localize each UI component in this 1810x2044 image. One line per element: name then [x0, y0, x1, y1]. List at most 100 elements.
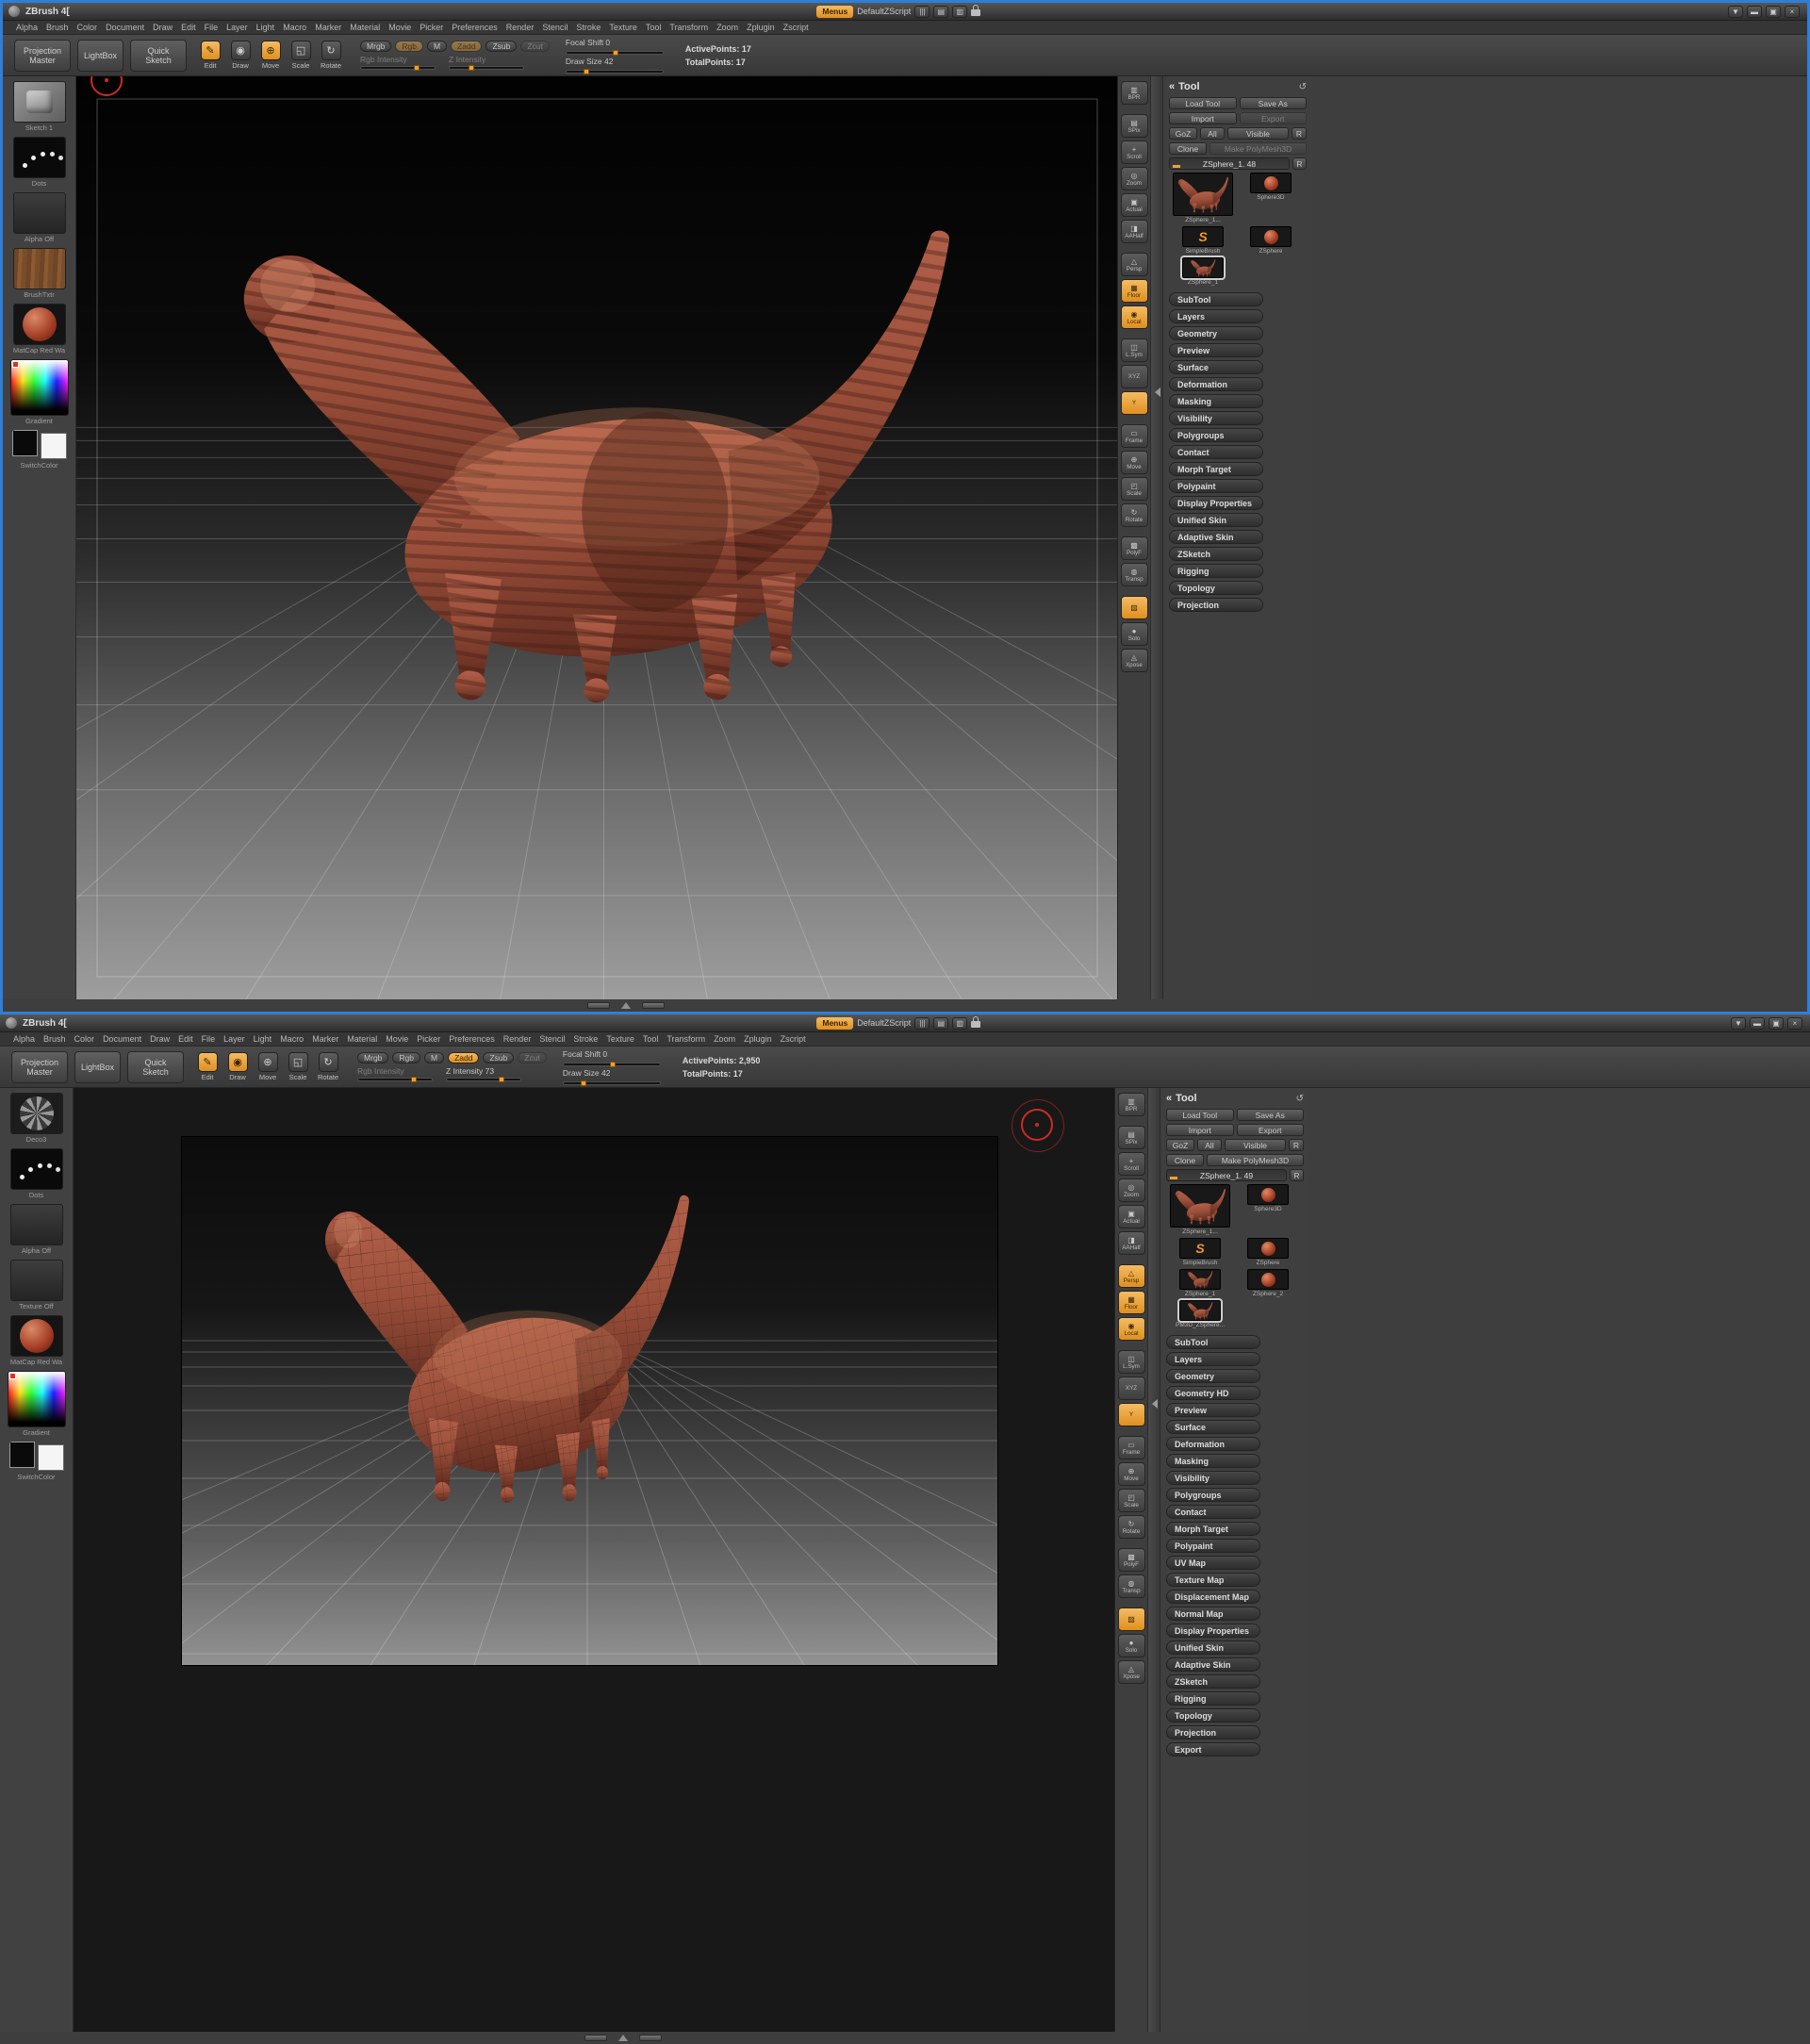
tool-section-header[interactable]: Topology	[1169, 581, 1263, 595]
tool-thumbnail[interactable]: Sphere3D	[1234, 1184, 1302, 1235]
tool-section-header[interactable]: SubTool	[1169, 292, 1263, 306]
paint-mode-button[interactable]: M	[427, 41, 447, 52]
goz-visible-button[interactable]: Visible	[1227, 127, 1289, 140]
paint-mode-button[interactable]: Zcut	[518, 1052, 547, 1063]
annotation-icon[interactable]: |||	[914, 6, 930, 18]
menu-item[interactable]: Alpha	[16, 23, 38, 32]
menu-item[interactable]: Tool	[646, 23, 662, 32]
menu-item[interactable]: Preferences	[449, 1034, 495, 1044]
menu-item[interactable]: Render	[503, 1034, 532, 1044]
draw-size-slider[interactable]	[563, 1081, 661, 1085]
right-shelf-button[interactable]: ● Solo	[1121, 622, 1148, 646]
shade-window-button[interactable]: ▼	[1731, 1017, 1746, 1030]
palette-swatch[interactable]: Dots	[10, 1148, 63, 1199]
menu-item[interactable]: Movie	[386, 1034, 408, 1044]
menu-item[interactable]: Zoom	[716, 23, 738, 32]
right-shelf-button[interactable]: ◨ AAHalf	[1118, 1231, 1145, 1255]
palette-swatch[interactable]: SwitchColor	[12, 430, 67, 470]
tool-section-header[interactable]: Preview	[1169, 343, 1263, 357]
reload-icon[interactable]: ↺	[1299, 82, 1307, 92]
tool-section-header[interactable]: Morph Target	[1166, 1522, 1260, 1536]
tool-section-header[interactable]: Adaptive Skin	[1166, 1657, 1260, 1672]
paint-mode-button[interactable]: M	[424, 1052, 444, 1063]
right-shelf-button[interactable]: Y	[1118, 1403, 1145, 1426]
paint-mode-button[interactable]: Zsub	[485, 41, 517, 52]
paint-mode-button[interactable]: Zcut	[520, 41, 550, 52]
right-shelf-button[interactable]: XYZ	[1118, 1376, 1145, 1400]
right-shelf-button[interactable]: ⊕ Move	[1121, 451, 1148, 474]
clone-button[interactable]: Clone	[1169, 142, 1207, 155]
clone-button[interactable]: Clone	[1166, 1154, 1204, 1166]
right-shelf-button[interactable]: ▥ BPR	[1121, 81, 1148, 105]
menu-item[interactable]: Macro	[283, 23, 306, 32]
right-shelf-button[interactable]: ↻ Rotate	[1121, 503, 1148, 527]
dock-right-handle[interactable]	[639, 2035, 662, 2041]
right-shelf-button[interactable]: △ Persp	[1118, 1264, 1145, 1288]
right-shelf-button[interactable]: XYZ	[1121, 365, 1148, 388]
tool-section-header[interactable]: Export	[1166, 1742, 1260, 1756]
right-shelf-button[interactable]: ◬ Xpose	[1118, 1660, 1145, 1684]
menu-item[interactable]: Draw	[150, 1034, 170, 1044]
tool-r-button[interactable]: R	[1290, 1169, 1304, 1181]
tool-section-header[interactable]: Displacement Map	[1166, 1590, 1260, 1604]
mode-button[interactable]: ⊕ Move	[257, 41, 284, 70]
menu-item[interactable]: File	[205, 23, 219, 32]
tool-section-header[interactable]: Topology	[1166, 1708, 1260, 1723]
menu-item[interactable]: Color	[77, 23, 98, 32]
save-as-button[interactable]: Save As	[1240, 97, 1308, 109]
tool-section-header[interactable]: Surface	[1169, 360, 1263, 374]
palette-swatch[interactable]: SwitchColor	[9, 1442, 64, 1481]
lightbox-button[interactable]: LightBox	[74, 1051, 121, 1083]
tool-section-header[interactable]: Deformation	[1169, 377, 1263, 391]
tool-section-header[interactable]: Display Properties	[1169, 496, 1263, 510]
mode-button[interactable]: ✎ Edit	[194, 1052, 221, 1081]
tool-thumbnail[interactable]: ZSphere_1...	[1169, 173, 1237, 223]
menu-item[interactable]: Zscript	[783, 23, 809, 32]
menu-item[interactable]: Transform	[666, 1034, 705, 1044]
menu-item[interactable]: Stroke	[573, 1034, 598, 1044]
goz-visible-button[interactable]: Visible	[1225, 1139, 1286, 1151]
rgb-intensity-slider[interactable]	[357, 1078, 433, 1081]
tool-thumbnail[interactable]: ZSphere_1	[1169, 257, 1237, 286]
menu-item[interactable]: Marker	[312, 1034, 338, 1044]
tool-section-header[interactable]: Texture Map	[1166, 1573, 1260, 1587]
menu-item[interactable]: Light	[256, 23, 275, 32]
right-shelf-button[interactable]: ◬ Xpose	[1121, 649, 1148, 672]
paint-mode-button[interactable]: Zadd	[451, 41, 482, 52]
right-shelf-button[interactable]: ▩ PolyF	[1121, 536, 1148, 560]
menu-item[interactable]: Brush	[46, 23, 69, 32]
dock-left-handle[interactable]	[584, 2035, 607, 2041]
right-shelf-button[interactable]: Y	[1121, 391, 1148, 415]
tool-section-header[interactable]: Morph Target	[1169, 462, 1263, 476]
tool-thumbnail[interactable]: ZSphere_1...	[1166, 1184, 1234, 1235]
menu-item[interactable]: Stencil	[542, 23, 568, 32]
tool-section-header[interactable]: Layers	[1169, 309, 1263, 323]
palette-swatch[interactable]: Gradient	[8, 1371, 66, 1437]
right-shelf-button[interactable]: ◎ Zoom	[1121, 167, 1148, 190]
mode-button[interactable]: ◱ Scale	[285, 1052, 311, 1081]
tool-section-header[interactable]: Display Properties	[1166, 1624, 1260, 1638]
canvas-viewport[interactable]	[76, 76, 1118, 999]
palette-swatch[interactable]: Texture Off	[10, 1260, 63, 1310]
palette-swatch[interactable]: Alpha Off	[13, 192, 66, 243]
tool-section-header[interactable]: Geometry	[1169, 326, 1263, 340]
right-shelf-button[interactable]: + Scroll	[1118, 1152, 1145, 1176]
lightbox-button[interactable]: LightBox	[77, 40, 123, 72]
menu-item[interactable]: Brush	[43, 1034, 66, 1044]
tool-section-header[interactable]: Geometry	[1166, 1369, 1260, 1383]
right-shelf-button[interactable]: ◰ Scale	[1121, 477, 1148, 501]
close-button[interactable]: ×	[1787, 1017, 1802, 1030]
collapse-icon[interactable]: «	[1169, 81, 1175, 92]
right-shelf-button[interactable]: ▦ Floor	[1121, 279, 1148, 303]
menu-item[interactable]: Macro	[280, 1034, 304, 1044]
right-shelf-button[interactable]: ◍ Transp	[1121, 563, 1148, 586]
paint-mode-button[interactable]: Mrgb	[357, 1052, 388, 1063]
right-shelf-button[interactable]: ▩ PolyF	[1118, 1548, 1145, 1572]
menu-item[interactable]: Material	[347, 1034, 377, 1044]
menu-item[interactable]: Color	[74, 1034, 95, 1044]
menu-item[interactable]: Tool	[643, 1034, 659, 1044]
right-shelf-button[interactable]: ▦ Floor	[1118, 1291, 1145, 1314]
right-shelf-button[interactable]: + Scroll	[1121, 140, 1148, 164]
mode-button[interactable]: ↻ Rotate	[315, 1052, 341, 1081]
z-intensity-slider[interactable]	[449, 66, 524, 70]
